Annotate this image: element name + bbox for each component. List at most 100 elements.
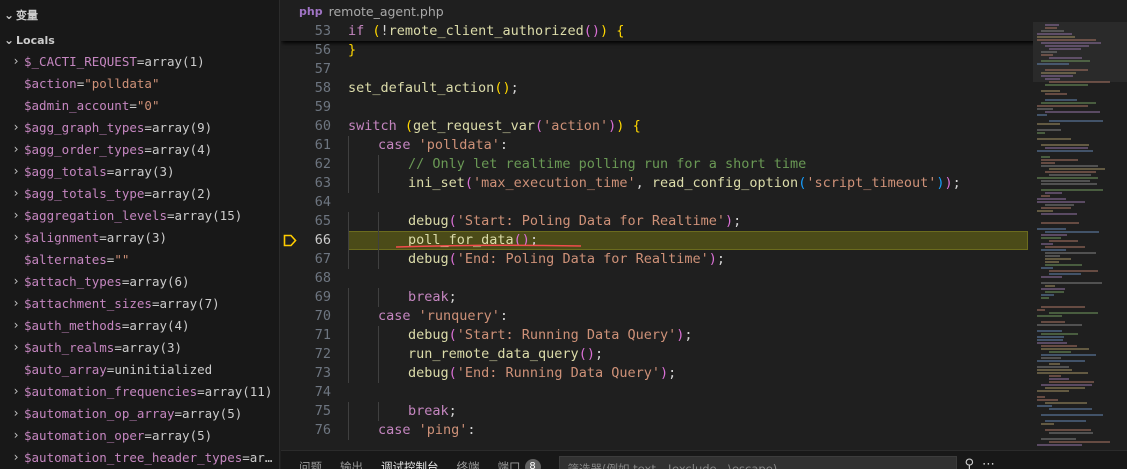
line-number[interactable]: 57: [281, 60, 331, 79]
line-number[interactable]: 62: [281, 155, 331, 174]
line-number[interactable]: 60: [281, 117, 331, 136]
variable-row[interactable]: › $auth_realms = array(3): [0, 336, 279, 358]
breadcrumb[interactable]: php remote_agent.php: [281, 0, 1127, 22]
variable-row[interactable]: › $_CACTI_REQUEST = array(1): [0, 50, 279, 72]
variable-row[interactable]: › $agg_totals_type = array(2): [0, 182, 279, 204]
code-line[interactable]: 72 run_remote_data_query();: [281, 345, 1041, 364]
chevron-right-icon[interactable]: ›: [8, 164, 24, 178]
code-editor[interactable]: php remote_agent.php 53 if (!remote_clien…: [281, 0, 1127, 450]
chevron-right-icon[interactable]: ›: [8, 230, 24, 244]
line-number[interactable]: 53: [281, 22, 331, 41]
code-line[interactable]: 69 break;: [281, 288, 1041, 307]
variable-row[interactable]: $alternates = "": [0, 248, 279, 270]
tab-terminal[interactable]: 终端: [457, 451, 480, 469]
variable-row[interactable]: › $attachment_sizes = array(7): [0, 292, 279, 314]
tab-debug-console[interactable]: 调试控制台: [381, 451, 439, 469]
variable-row[interactable]: $auto_array = uninitialized: [0, 358, 279, 380]
chevron-right-icon[interactable]: ›: [8, 208, 24, 222]
chevron-right-icon[interactable]: ›: [8, 406, 24, 420]
variable-row[interactable]: › $aggregation_levels = array(15): [0, 204, 279, 226]
variable-row[interactable]: › $automation_tree_header_types = ar…: [0, 446, 279, 468]
code-line[interactable]: 57: [281, 60, 1041, 79]
code-token: (: [448, 365, 457, 381]
variable-row[interactable]: › $auth_methods = array(4): [0, 314, 279, 336]
code-line[interactable]: 61 case 'polldata':: [281, 136, 1041, 155]
variable-row[interactable]: › $agg_totals = array(3): [0, 160, 279, 182]
code-line[interactable]: 60 switch (get_request_var('action')) {: [281, 117, 1041, 136]
code-line[interactable]: 67 debug('End: Poling Data for Realtime')…: [281, 250, 1041, 269]
locals-scope[interactable]: ⌄ Locals: [0, 30, 279, 50]
code-line[interactable]: 68: [281, 269, 1041, 288]
line-number[interactable]: 61: [281, 136, 331, 155]
variable-row[interactable]: › $agg_order_types = array(4): [0, 138, 279, 160]
code-line[interactable]: 73 debug('End: Running Data Query');: [281, 364, 1041, 383]
variable-row[interactable]: › $agg_graph_types = array(9): [0, 116, 279, 138]
variable-row[interactable]: $admin_account = "0": [0, 94, 279, 116]
code-line[interactable]: 75 break;: [281, 402, 1041, 421]
chevron-right-icon[interactable]: ›: [8, 428, 24, 442]
line-number[interactable]: 58: [281, 79, 331, 98]
variable-row[interactable]: › $automation_frequencies = array(11): [0, 380, 279, 402]
code-line[interactable]: 66 poll_for_data();: [281, 231, 1041, 250]
line-number[interactable]: 75: [281, 402, 331, 421]
code-line[interactable]: 70 case 'runquery':: [281, 307, 1041, 326]
line-number[interactable]: 74: [281, 383, 331, 402]
code-area[interactable]: 53 if (!remote_client_authorized()) {56} 5…: [281, 22, 1041, 450]
debug-console-filter-input[interactable]: 筛选器(例如 text、!exclude、\escape): [558, 456, 957, 469]
line-number[interactable]: 71: [281, 326, 331, 345]
line-number[interactable]: 76: [281, 421, 331, 440]
chevron-right-icon[interactable]: ›: [8, 120, 24, 134]
variables-header[interactable]: ⌄ 变量: [0, 0, 279, 30]
chevron-right-icon[interactable]: ›: [8, 450, 24, 464]
line-number[interactable]: 67: [281, 250, 331, 269]
search-icon[interactable]: ⚲: [965, 451, 975, 469]
chevron-right-icon[interactable]: ›: [8, 340, 24, 354]
variable-row[interactable]: $action = "polldata": [0, 72, 279, 94]
line-number[interactable]: 69: [281, 288, 331, 307]
variable-value: array(1): [144, 53, 205, 69]
code-line[interactable]: 62 // Only let realtime polling run for a…: [281, 155, 1041, 174]
chevron-down-icon[interactable]: ⌄: [2, 33, 16, 47]
chevron-right-icon[interactable]: ›: [8, 296, 24, 310]
variable-row[interactable]: › $alignment = array(3): [0, 226, 279, 248]
line-number[interactable]: 59: [281, 98, 331, 117]
variable-row[interactable]: › $automation_oper = array(5): [0, 424, 279, 446]
chevron-right-icon[interactable]: ›: [8, 384, 24, 398]
code-line[interactable]: 64: [281, 193, 1041, 212]
line-number[interactable]: 64: [281, 193, 331, 212]
code-token: case: [378, 422, 419, 438]
line-number[interactable]: 68: [281, 269, 331, 288]
tab-output[interactable]: 输出: [340, 451, 363, 469]
chevron-right-icon[interactable]: ›: [8, 274, 24, 288]
code-line[interactable]: 65 debug('Start: Poling Data for Realtime…: [281, 212, 1041, 231]
code-line[interactable]: 63 ini_set('max_execution_time', read_con…: [281, 174, 1041, 193]
chevron-right-icon[interactable]: ›: [8, 186, 24, 200]
line-number[interactable]: 63: [281, 174, 331, 193]
line-number[interactable]: 73: [281, 364, 331, 383]
tab-problems[interactable]: 问题: [299, 451, 322, 469]
tab-ports[interactable]: 端口 8: [498, 451, 541, 469]
more-actions-icon[interactable]: ⋯: [982, 451, 995, 469]
code-line[interactable]: 74: [281, 383, 1041, 402]
minimap-line: [1045, 261, 1059, 263]
code-line[interactable]: 59: [281, 98, 1041, 117]
code-line[interactable]: 71 debug('Start: Running Data Query');: [281, 326, 1041, 345]
minimap[interactable]: [1033, 22, 1127, 450]
chevron-right-icon[interactable]: ›: [8, 54, 24, 68]
line-number[interactable]: 70: [281, 307, 331, 326]
code-line[interactable]: 58 set_default_action();: [281, 79, 1041, 98]
code-line[interactable]: 53 if (!remote_client_authorized()) {: [281, 22, 1041, 41]
line-number[interactable]: 72: [281, 345, 331, 364]
variable-row[interactable]: › $attach_types = array(6): [0, 270, 279, 292]
breadcrumb-filename[interactable]: remote_agent.php: [329, 4, 444, 19]
code-line[interactable]: 56}: [281, 41, 1041, 60]
code-line[interactable]: 76 case 'ping':: [281, 421, 1041, 440]
chevron-down-icon[interactable]: ⌄: [2, 8, 16, 22]
line-number[interactable]: 66: [281, 231, 331, 250]
minimap-line: [1041, 282, 1102, 284]
chevron-right-icon[interactable]: ›: [8, 142, 24, 156]
variable-row[interactable]: › $automation_op_array = array(5): [0, 402, 279, 424]
line-number[interactable]: 56: [281, 41, 331, 60]
line-number[interactable]: 65: [281, 212, 331, 231]
chevron-right-icon[interactable]: ›: [8, 318, 24, 332]
